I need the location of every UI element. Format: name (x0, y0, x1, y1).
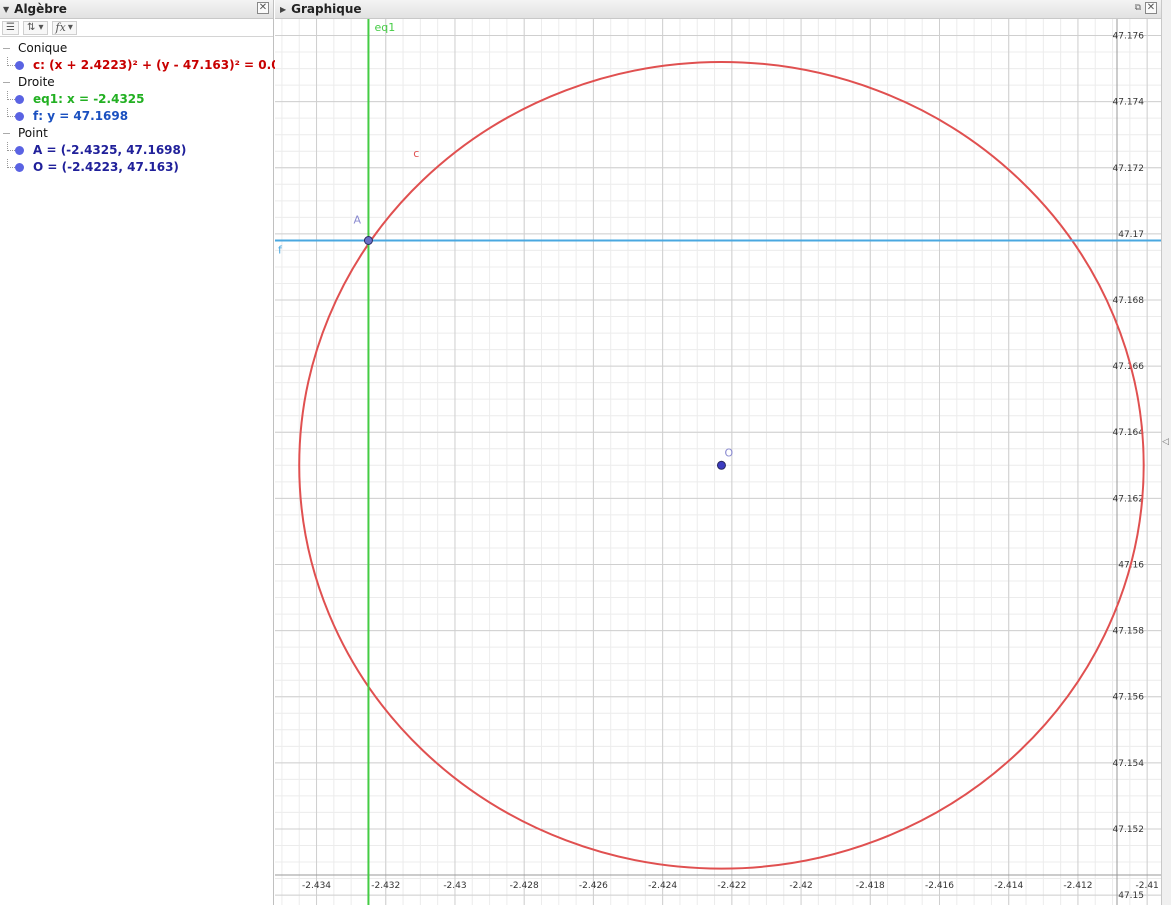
x-tick-label: -2.432 (371, 881, 400, 891)
algebra-panel: ▼ Algèbre ✕ ☰ ⇅ ▾ fx ▾ Conique c: (x + 2.… (0, 0, 305, 905)
graphics-panel: ▶ Graphique ⧉ ✕ -2.434 -2.432 -2.43 -2.428-… (275, 0, 1161, 905)
point-o[interactable] (716, 460, 726, 470)
y-tick-label: 47.156 (1113, 693, 1145, 703)
x-tick-label: -2.428 (510, 881, 539, 891)
sort-menu-button[interactable]: ⇅ ▾ (22, 20, 48, 35)
x-tick-label: -2.422 (717, 881, 746, 891)
algebra-toolbar: ☰ ⇅ ▾ fx ▾ (0, 19, 273, 37)
tree-branch (7, 159, 15, 168)
x-tick-label: -2.42 (789, 881, 812, 891)
x-tick-label: -2.41 (1136, 881, 1159, 891)
visibility-toggle-icon[interactable] (15, 95, 24, 104)
side-strip: ◁ (1161, 0, 1171, 905)
y-tick-label: 47.15 (1118, 891, 1144, 901)
x-tick-label: -2.416 (925, 881, 954, 891)
tree-branch (7, 57, 15, 66)
algebra-tree: Conique c: (x + 2.4223)² + (y - 47.163)² … (0, 37, 305, 176)
collapse-triangle-icon[interactable]: ▼ (3, 5, 9, 14)
description-mode-button[interactable]: fx ▾ (51, 20, 77, 35)
graphics-title-bar[interactable]: ▶ Graphique ⧉ ✕ (275, 0, 1161, 19)
x-tick-label: -2.412 (1063, 881, 1092, 891)
x-tick-label: -2.426 (579, 881, 608, 891)
algebra-item-text: c: (x + 2.4223)² + (y - 47.163)² = 0.000… (33, 58, 305, 72)
y-tick-label: 47.176 (1113, 32, 1145, 42)
collapse-arrow-icon[interactable]: ◁ (1162, 437, 1169, 447)
algebra-item-text: A = (-2.4325, 47.1698) (33, 143, 187, 157)
y-tick-label: 47.164 (1113, 428, 1145, 438)
x-tick-label: -2.424 (648, 881, 677, 891)
expand-triangle-icon[interactable]: ▶ (280, 5, 286, 14)
graphics-title: Graphique (291, 2, 362, 16)
algebra-item[interactable]: c: (x + 2.4223)² + (y - 47.163)² = 0.000… (0, 57, 305, 74)
x-tick-label: -2.414 (994, 881, 1023, 891)
visibility-toggle-icon[interactable] (15, 163, 24, 172)
y-tick-label: 47.162 (1113, 494, 1145, 504)
x-tick-label: -2.418 (856, 881, 885, 891)
visibility-toggle-icon[interactable] (15, 61, 24, 70)
tree-branch (7, 142, 15, 151)
y-tick-label: 47.17 (1118, 230, 1144, 240)
category-droite[interactable]: Droite (0, 74, 273, 91)
tree-branch (7, 91, 15, 100)
circle-label: c (413, 147, 419, 160)
algebra-item-text: O = (-2.4223, 47.163) (33, 160, 179, 174)
category-point[interactable]: Point (0, 125, 273, 142)
close-icon[interactable]: ✕ (1145, 2, 1157, 14)
algebra-item[interactable]: eq1: x = -2.4325 (0, 91, 273, 108)
graphics-canvas[interactable]: -2.434 -2.432 -2.43 -2.428 -2.426 -2.424 -2.42… (275, 19, 1161, 905)
y-tick-label: 47.174 (1113, 98, 1145, 108)
undock-icon[interactable]: ⧉ (1135, 3, 1141, 13)
close-icon[interactable]: ✕ (257, 2, 269, 14)
visibility-toggle-icon[interactable] (15, 112, 24, 121)
auxiliary-objects-button[interactable]: ☰ (2, 20, 19, 35)
x-tick-label: -2.43 (443, 881, 466, 891)
algebra-item[interactable]: f: y = 47.1698 (0, 108, 273, 125)
point-label: A (353, 214, 361, 227)
y-tick-label: 47.172 (1113, 164, 1145, 174)
y-tick-label: 47.168 (1113, 296, 1145, 306)
category-conique[interactable]: Conique (0, 40, 273, 57)
point-a[interactable] (363, 236, 373, 245)
y-tick-label: 47.166 (1113, 362, 1145, 372)
y-tick-label: 47.152 (1113, 825, 1145, 835)
visibility-toggle-icon[interactable] (15, 146, 24, 155)
point-label: O (724, 446, 733, 459)
tree-branch (7, 108, 15, 117)
algebra-item-text: eq1: x = -2.4325 (33, 92, 145, 106)
line-eq1-label: eq1 (374, 21, 395, 34)
y-tick-label: 47.154 (1113, 759, 1145, 769)
y-tick-label: 47.158 (1113, 627, 1145, 637)
algebra-item[interactable]: A = (-2.4325, 47.1698) (0, 142, 273, 159)
x-tick-label: -2.434 (302, 881, 331, 891)
algebra-title-bar[interactable]: ▼ Algèbre ✕ (0, 0, 273, 19)
algebra-item[interactable]: O = (-2.4223, 47.163) (0, 159, 273, 176)
algebra-title: Algèbre (14, 2, 67, 16)
algebra-item-text: f: y = 47.1698 (33, 109, 129, 123)
